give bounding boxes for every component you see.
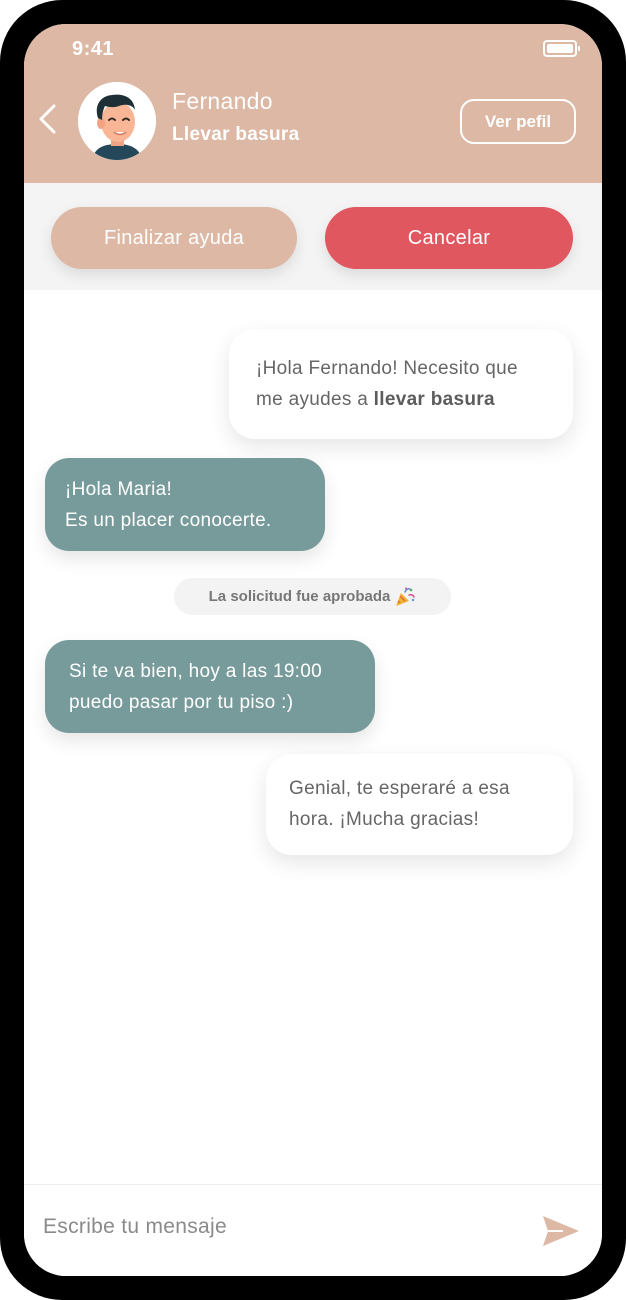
party-popper-icon: [396, 587, 416, 606]
task-title: Llevar basura: [172, 124, 300, 145]
phone-frame: 9:41 Fernando Llevar basura Ver pefil Fi…: [0, 0, 626, 1300]
view-profile-button[interactable]: Ver pefil: [460, 99, 576, 144]
message-bubble-incoming: ¡Hola Maria! Es un placer conocerte.: [45, 458, 325, 551]
message-input[interactable]: [43, 1215, 503, 1239]
message-text: Es un placer conocerte.: [65, 510, 272, 531]
message-text: puedo pasar por tu piso :): [69, 692, 294, 713]
action-bar: Finalizar ayuda Cancelar: [24, 183, 602, 290]
chat-screen: 9:41 Fernando Llevar basura Ver pefil Fi…: [24, 24, 602, 1276]
cancel-button[interactable]: Cancelar: [325, 207, 573, 269]
contact-name: Fernando: [172, 88, 273, 114]
message-bubble-incoming: Si te va bien, hoy a las 19:00 puedo pas…: [45, 640, 375, 733]
finish-help-button[interactable]: Finalizar ayuda: [51, 207, 297, 269]
status-time: 9:41: [72, 38, 115, 60]
message-text: hora. ¡Mucha gracias!: [289, 809, 480, 830]
chat-header: 9:41 Fernando Llevar basura Ver pefil: [24, 24, 602, 183]
message-text: ¡Hola Fernando! Necesito que: [256, 358, 518, 379]
message-text: ¡Hola Maria!: [65, 479, 173, 500]
system-message: La solicitud fue aprobada: [174, 578, 451, 615]
message-text: Si te va bien, hoy a las 19:00: [69, 661, 322, 682]
battery-icon: [543, 40, 580, 57]
person-face-icon: [78, 82, 156, 160]
message-bubble-outgoing: Genial, te esperaré a esa hora. ¡Mucha g…: [266, 754, 573, 855]
system-message-text: La solicitud fue aprobada: [208, 588, 391, 605]
avatar[interactable]: [78, 82, 156, 160]
message-text: Genial, te esperaré a esa: [289, 778, 510, 799]
message-bold-text: llevar basura: [373, 389, 495, 410]
message-composer: [24, 1184, 602, 1276]
chevron-left-icon[interactable]: [36, 102, 60, 136]
message-text: me ayudes a: [256, 389, 374, 410]
message-bubble-outgoing: ¡Hola Fernando! Necesito que me ayudes a…: [229, 329, 573, 439]
send-icon[interactable]: [541, 1214, 581, 1248]
